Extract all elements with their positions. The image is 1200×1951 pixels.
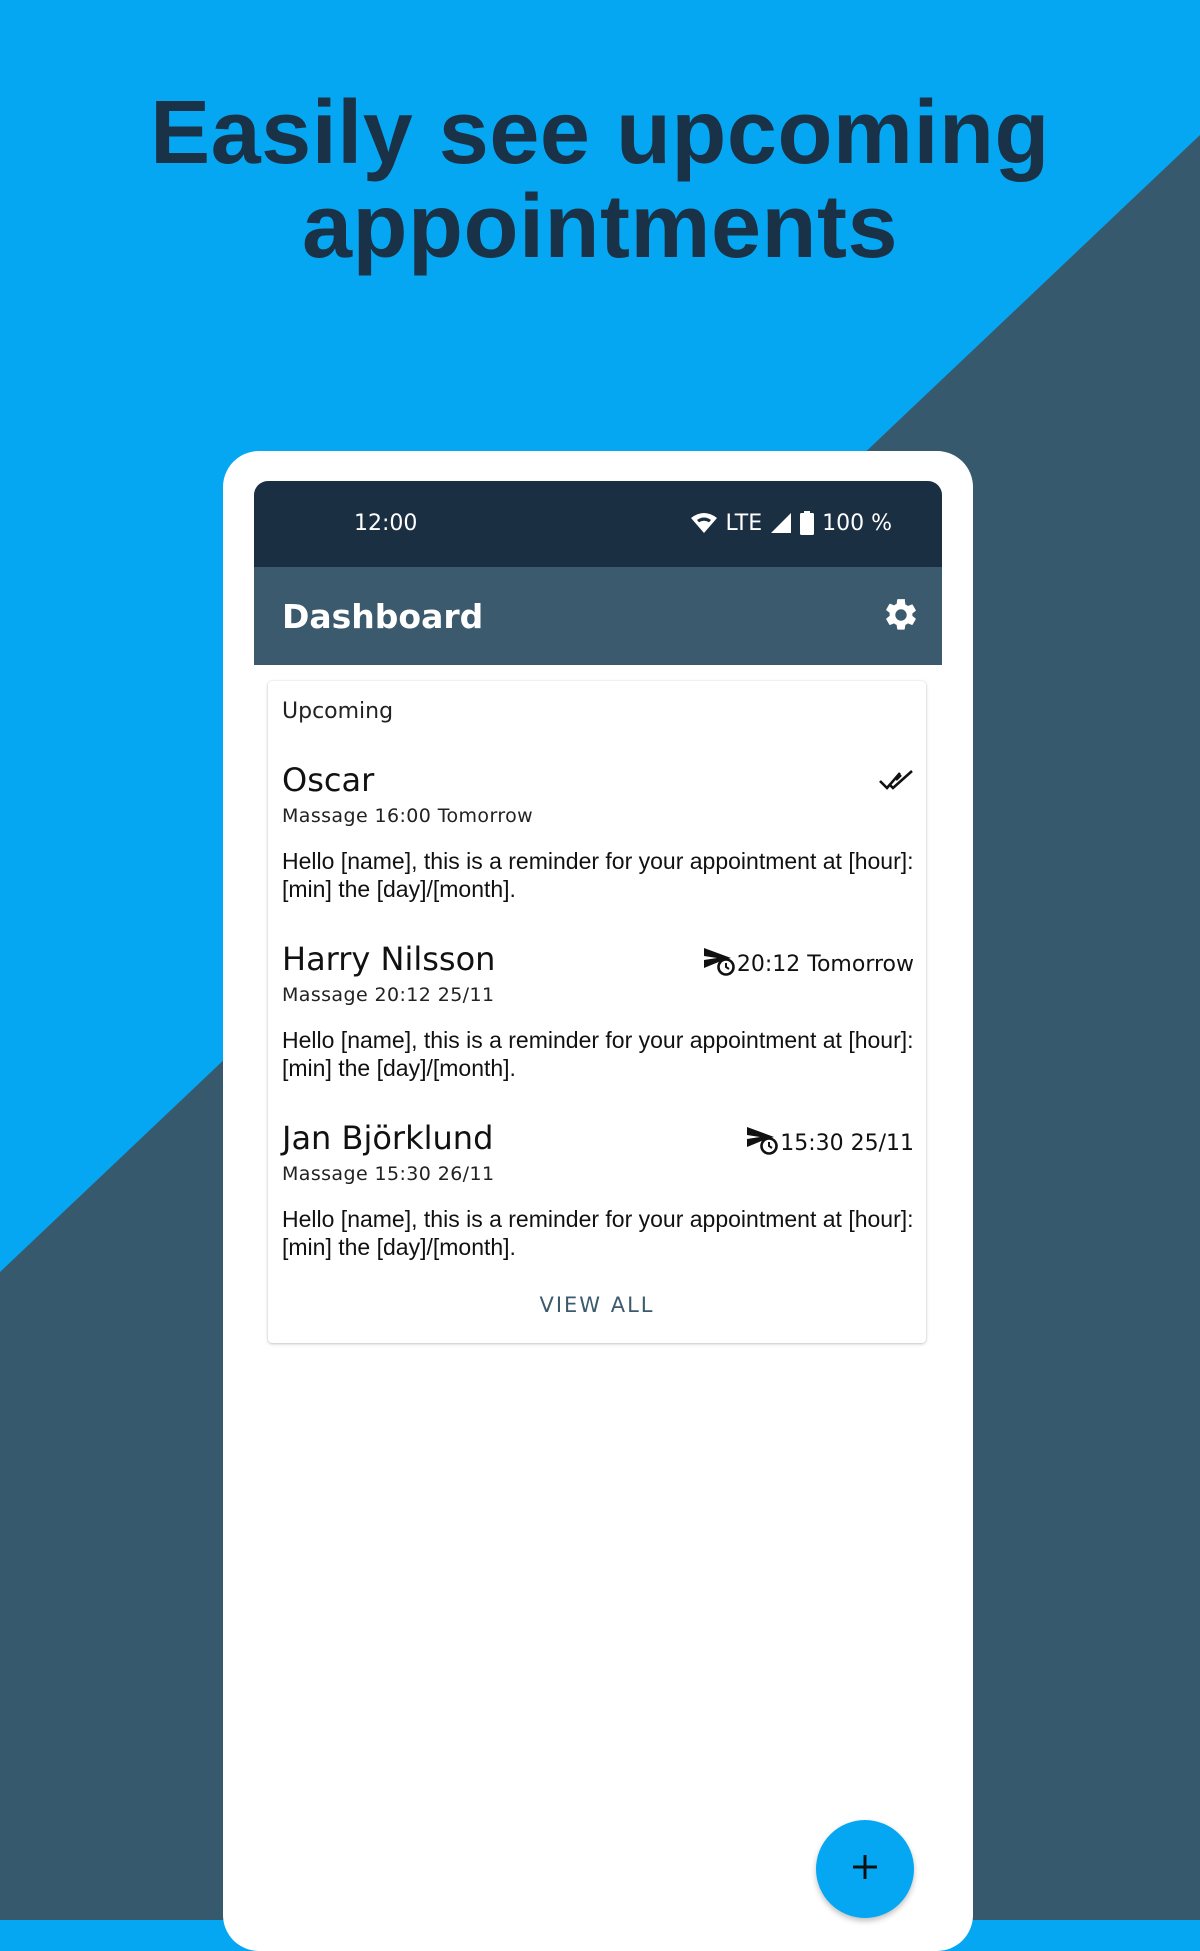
appointment-date: 26/11 <box>437 1163 495 1185</box>
double-check-icon <box>878 767 914 799</box>
headline-line-2: appointments <box>301 177 898 277</box>
phone-screen: 12:00 LTE 100 % Dashboard Upcoming Oscar… <box>254 481 942 1920</box>
status-time: 12:00 <box>354 511 418 536</box>
wifi-icon <box>690 512 718 534</box>
page-title: Dashboard <box>282 597 484 636</box>
appointment-time: 20:12 <box>374 984 432 1006</box>
appointment-details: Massage 15:30 26/11 <box>282 1163 494 1185</box>
scheduled-send-icon <box>746 1125 780 1161</box>
cell-signal-icon <box>770 512 792 534</box>
status-text: 15:30 25/11 <box>780 1130 914 1156</box>
reminder-message: Hello [name], this is a reminder for you… <box>282 848 914 902</box>
scheduled-send-icon <box>703 946 737 982</box>
appointment-time: 16:00 <box>374 805 432 827</box>
appointment-status: 20:12 Tomorrow <box>703 946 914 982</box>
appointment-date: 25/11 <box>437 984 495 1006</box>
battery-icon <box>800 511 815 535</box>
appointment-status <box>878 767 914 799</box>
service-name: Massage <box>282 805 369 827</box>
client-name: Oscar <box>282 761 375 799</box>
status-bar: 12:00 LTE 100 % <box>254 481 942 567</box>
reminder-message: Hello [name], this is a reminder for you… <box>282 1027 914 1081</box>
appointment-time: 15:30 <box>374 1163 432 1185</box>
battery-level: 100 % <box>822 510 892 536</box>
promo-headline: Easily see upcoming appointments <box>0 86 1200 274</box>
network-type: LTE <box>725 510 763 536</box>
card-title: Upcoming <box>282 699 394 724</box>
appointment-details: Massage 20:12 25/11 <box>282 984 494 1006</box>
upcoming-card: Upcoming Oscar Massage 16:00 Tomorrow He… <box>268 681 926 1343</box>
appointment-status: 15:30 25/11 <box>746 1125 914 1161</box>
headline-line-1: Easily see upcoming <box>150 83 1050 183</box>
add-appointment-button[interactable] <box>816 1820 914 1918</box>
client-name: Jan Björklund <box>282 1119 494 1157</box>
status-text: 20:12 Tomorrow <box>736 951 914 977</box>
view-all-button[interactable]: VIEW ALL <box>268 1293 926 1317</box>
gear-icon[interactable] <box>882 596 920 634</box>
status-indicators: LTE 100 % <box>690 508 892 538</box>
appointment-date: Tomorrow <box>437 805 534 827</box>
client-name: Harry Nilsson <box>282 940 496 978</box>
reminder-message: Hello [name], this is a reminder for you… <box>282 1206 914 1260</box>
service-name: Massage <box>282 1163 369 1185</box>
service-name: Massage <box>282 984 369 1006</box>
plus-icon <box>851 1853 879 1886</box>
app-bar: Dashboard <box>254 567 942 665</box>
appointment-details: Massage 16:00 Tomorrow <box>282 805 533 827</box>
